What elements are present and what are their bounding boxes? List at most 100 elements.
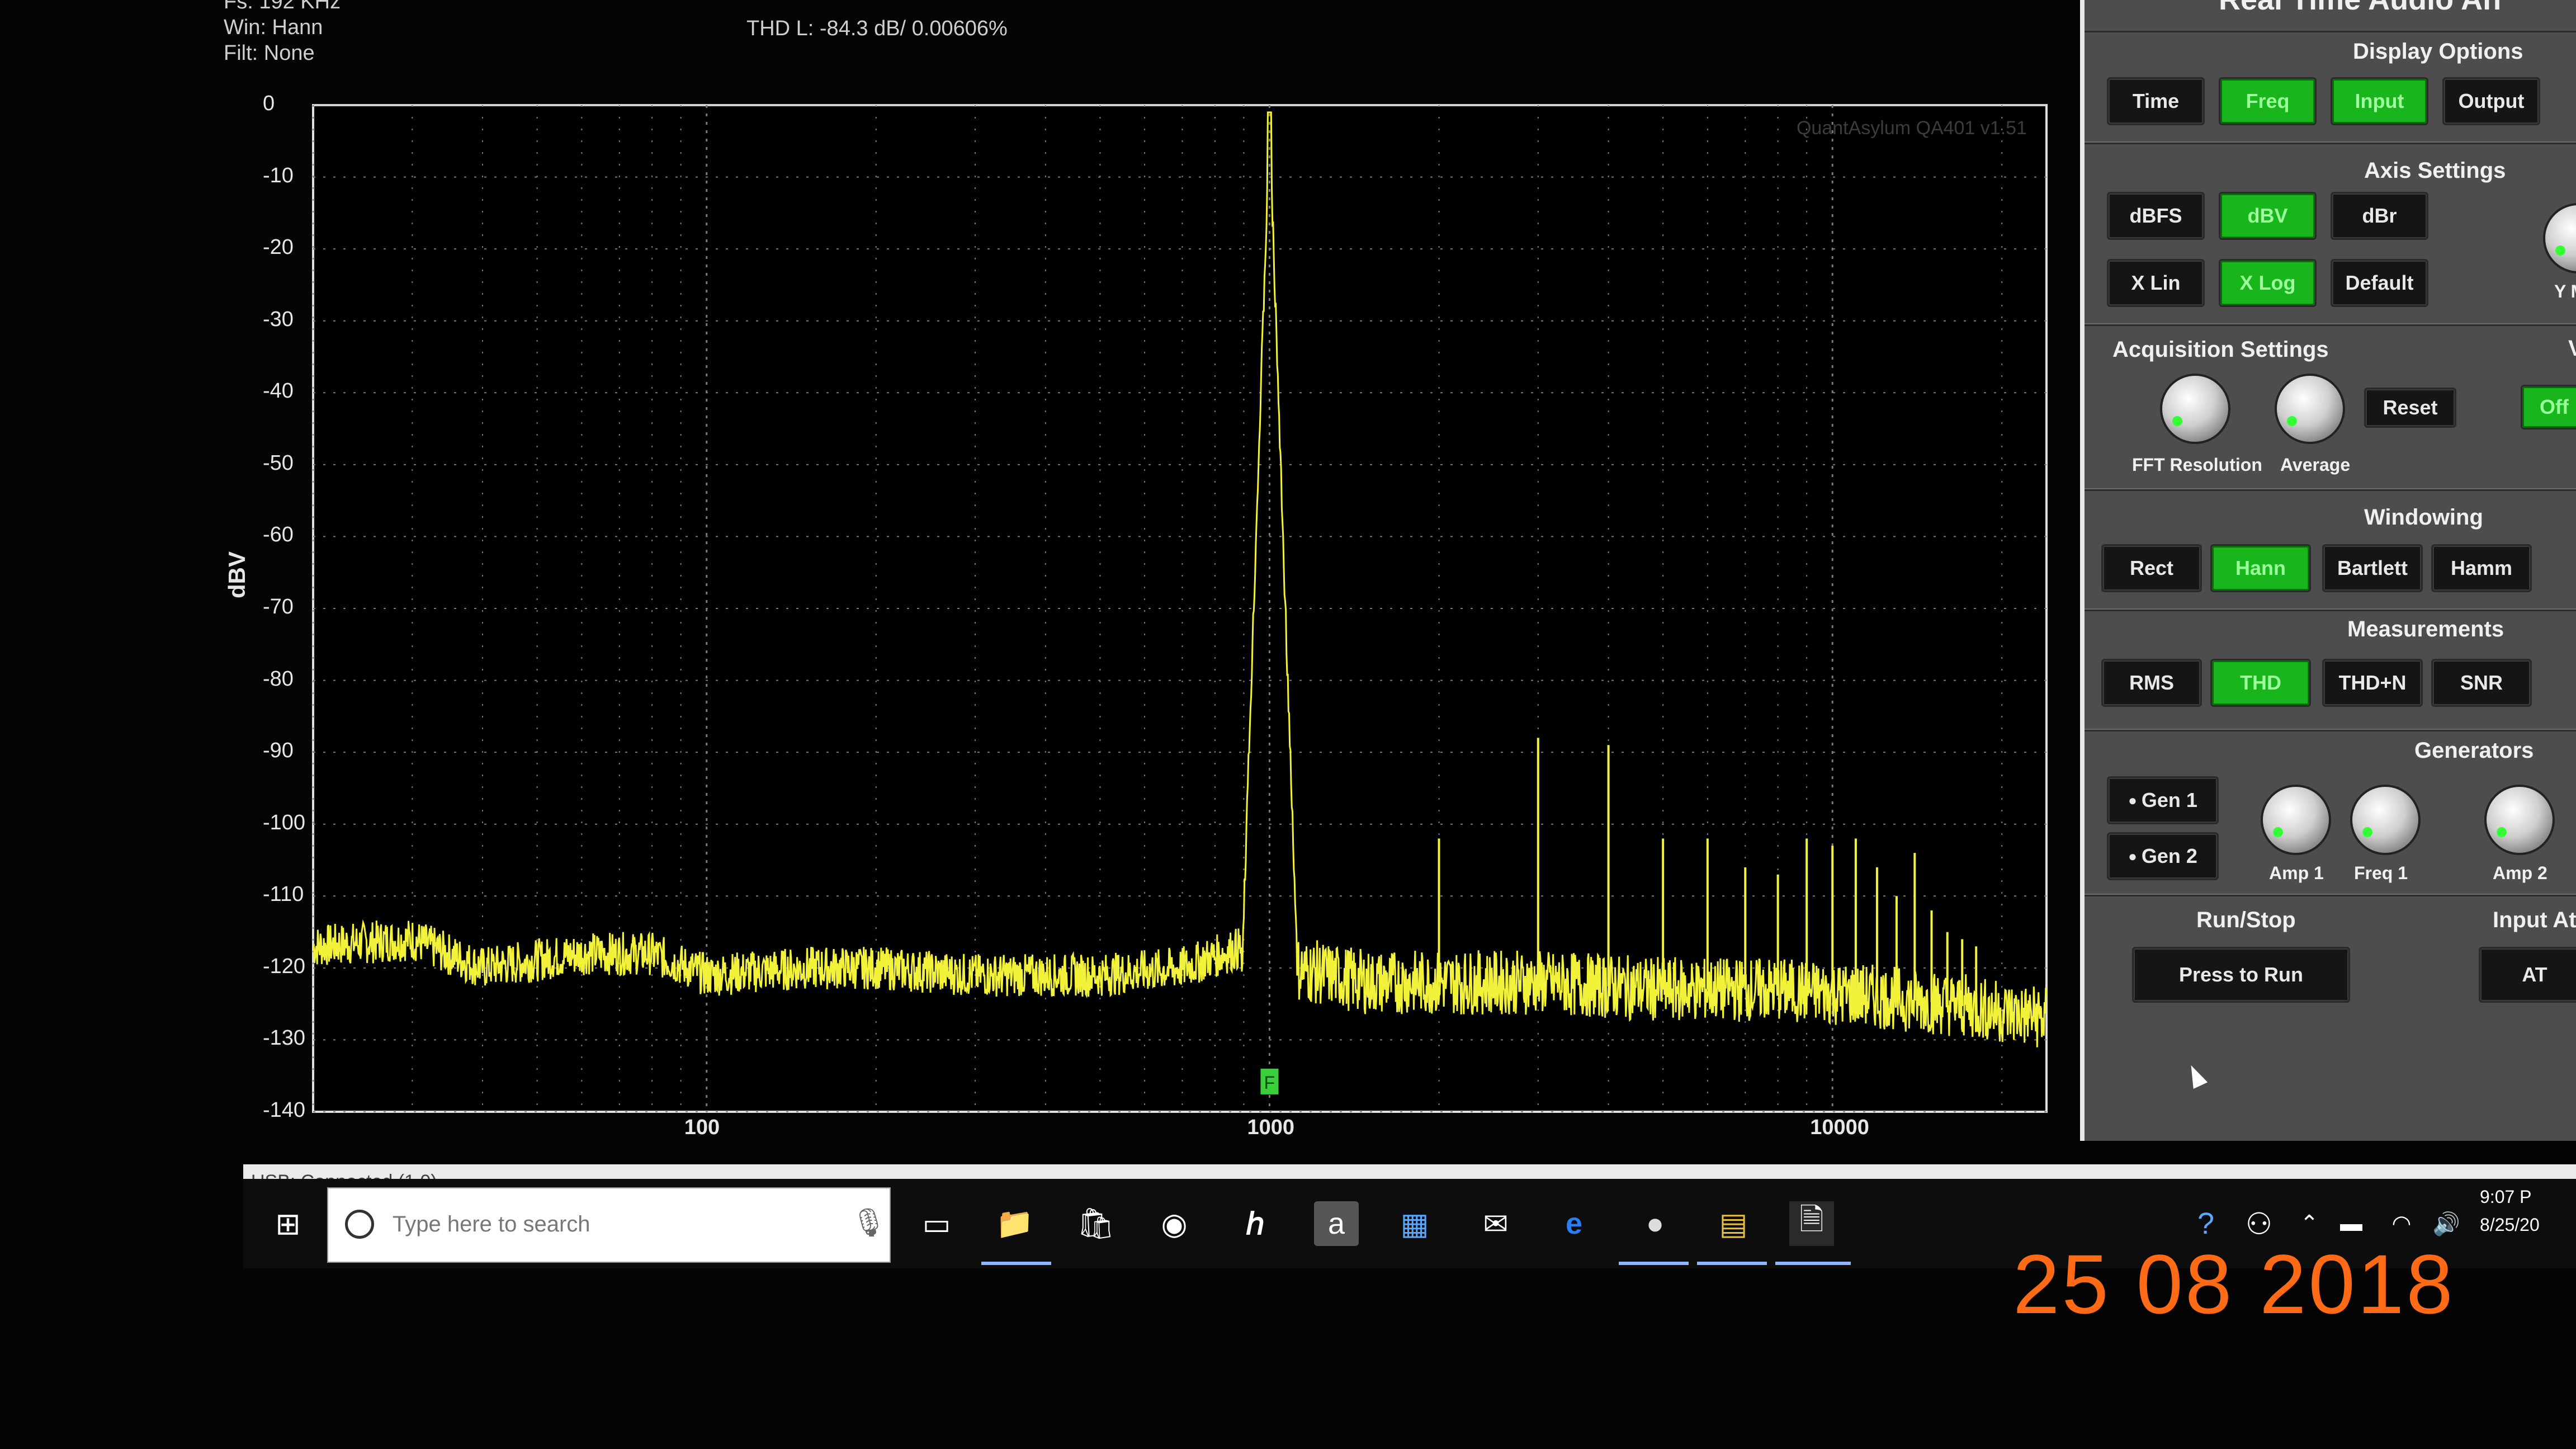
axis-settings-section: Axis Settings dBFS dBV dBr X Lin X Log Defaul… (2085, 143, 2576, 325)
app-circle-icon[interactable]: ● (1633, 1201, 1677, 1246)
button-label: THD+N (2338, 671, 2407, 694)
camera-app-icon[interactable]: ◉ (1152, 1201, 1197, 1246)
measurements-title: Measurements (2347, 617, 2504, 641)
amp2-knob[interactable] (2484, 785, 2555, 855)
gen1-label: Gen 1 (2141, 789, 2197, 811)
y-tick-label: -40 (263, 379, 294, 403)
clock-date[interactable]: 8/25/20 (2480, 1215, 2540, 1235)
mail-icon[interactable]: ✉ (1473, 1201, 1518, 1246)
snr-button[interactable]: SNR (2431, 659, 2532, 707)
button-label: Bartlett (2337, 556, 2408, 579)
y-max-knob-label: Y M (2554, 281, 2576, 301)
x-lin-button[interactable]: X Lin (2107, 259, 2205, 307)
measurements-section: Measurements RMS THD THD+N SNR (2085, 610, 2576, 730)
default-button[interactable]: Default (2331, 259, 2428, 307)
store-icon[interactable]: 🛍 (1074, 1201, 1118, 1246)
axis-settings-title: Axis Settings (2364, 158, 2506, 183)
microphone-icon[interactable]: 🎙 (851, 1206, 886, 1239)
thd-readout: THD L: -84.3 dB/ 0.00606% (746, 17, 1008, 40)
clock-time[interactable]: 9:07 P (2480, 1187, 2532, 1207)
bartlett-button[interactable]: Bartlett (2322, 544, 2423, 592)
display-options-title: Display Options (2353, 39, 2523, 64)
y-max-knob[interactable] (2543, 203, 2576, 273)
button-label: Output (2458, 89, 2525, 112)
y-tick-label: -50 (263, 451, 294, 475)
reset-button[interactable]: Reset (2364, 388, 2456, 428)
input-attenuator-title: Input At (2493, 908, 2576, 932)
photos-icon[interactable]: ▦ (1392, 1201, 1437, 1246)
file-explorer-active-indicator (981, 1262, 1051, 1265)
acquisition-settings-section: Acquisition Settings V FFT Resolution Av… (2085, 324, 2576, 490)
paint-active-indicator (1697, 1262, 1767, 1265)
watermark: QuantAsylum QA401 v1.51 (1797, 117, 2027, 139)
run-stop-title: Run/Stop (2196, 908, 2296, 932)
dbr-button[interactable]: dBr (2331, 192, 2428, 240)
time-button[interactable]: Time (2107, 77, 2205, 125)
acquisition-side-title: V (2568, 336, 2576, 361)
y-tick-label: -90 (263, 739, 294, 763)
thd-button[interactable]: THD (2210, 659, 2311, 707)
cortana-circle-icon (345, 1210, 374, 1239)
off-button[interactable]: Off (2521, 385, 2576, 429)
gen1-button[interactable]: ● Gen 1 (2107, 776, 2219, 824)
task-view-icon[interactable]: ▭ (914, 1201, 959, 1246)
button-label: SNR (2460, 671, 2503, 694)
paint-icon[interactable]: ▤ (1711, 1201, 1756, 1246)
fft-resolution-knob[interactable] (2160, 374, 2230, 444)
input-button[interactable]: Input (2331, 77, 2428, 125)
freq1-label: Freq 1 (2354, 863, 2408, 883)
button-label: dBr (2362, 204, 2397, 227)
dbfs-button[interactable]: dBFS (2107, 192, 2205, 240)
search-box[interactable]: Type here to search 🎙 (327, 1187, 891, 1263)
y-tick-label: 0 (263, 92, 275, 115)
amp1-knob[interactable] (2261, 785, 2331, 855)
button-label: Default (2345, 271, 2414, 294)
windowing-title: Windowing (2364, 505, 2483, 530)
file-explorer-icon[interactable]: 📁 (992, 1201, 1037, 1246)
edge-icon[interactable]: e (1552, 1201, 1596, 1246)
hamm-button[interactable]: Hamm (2431, 544, 2532, 592)
hp-icon[interactable]: ℎ (1233, 1201, 1278, 1246)
document-active-indicator (1775, 1262, 1851, 1265)
rms-button[interactable]: RMS (2101, 659, 2202, 707)
button-label: RMS (2129, 671, 2174, 694)
window-label: Win: Hann (224, 16, 323, 39)
control-panel: Real Time Audio An Display Options Time F… (2080, 0, 2576, 1141)
y-tick-label: -60 (263, 523, 294, 547)
hann-button[interactable]: Hann (2210, 544, 2311, 592)
y-tick-label: -80 (263, 667, 294, 691)
rect-button[interactable]: Rect (2101, 544, 2202, 592)
y-axis-title: dBV (224, 551, 250, 598)
acquisition-settings-title: Acquisition Settings (2112, 337, 2329, 362)
spectrum-chart-svg: QuantAsylum QA401 v1.51 F (312, 104, 2048, 1113)
average-label: Average (2280, 455, 2351, 475)
windowing-section: Windowing Rect Hann Bartlett Hamm (2085, 489, 2576, 610)
button-label: dBFS (2129, 204, 2182, 227)
output-button[interactable]: Output (2442, 77, 2540, 125)
freq-button[interactable]: Freq (2219, 77, 2317, 125)
button-label: Hamm (2450, 556, 2513, 579)
x-tick-label: 1000 (1247, 1116, 1294, 1139)
spectrum-plot[interactable]: QuantAsylum QA401 v1.51 F (299, 100, 2055, 1117)
button-label: THD (2240, 671, 2281, 694)
y-tick-label: -30 (263, 307, 294, 331)
search-placeholder: Type here to search (393, 1212, 590, 1236)
document-icon[interactable]: 🗎 (1789, 1201, 1834, 1246)
average-knob[interactable] (2275, 374, 2345, 444)
x-tick-label: 10000 (1810, 1116, 1869, 1139)
press-to-run-button[interactable]: Press to Run (2132, 947, 2350, 1003)
gen2-button[interactable]: ● Gen 2 (2107, 832, 2219, 880)
thd-n-button[interactable]: THD+N (2322, 659, 2423, 707)
dbv-button[interactable]: dBV (2219, 192, 2317, 240)
fundamental-marker-label: F (1264, 1073, 1275, 1093)
windows-start-icon[interactable]: ⊞ (266, 1201, 310, 1246)
y-tick-label: -10 (263, 163, 294, 187)
x-log-button[interactable]: X Log (2219, 259, 2317, 307)
button-label: Freq (2246, 89, 2290, 112)
photo-date-stamp: 25 08 2018 (2013, 1237, 2455, 1331)
freq1-knob[interactable] (2350, 785, 2421, 855)
input-attenuator-button[interactable]: AT (2479, 947, 2576, 1003)
amazon-icon[interactable]: a (1314, 1201, 1359, 1246)
fft-resolution-label: FFT Resolution (2132, 455, 2262, 475)
mouse-cursor-icon (2183, 1061, 2208, 1089)
